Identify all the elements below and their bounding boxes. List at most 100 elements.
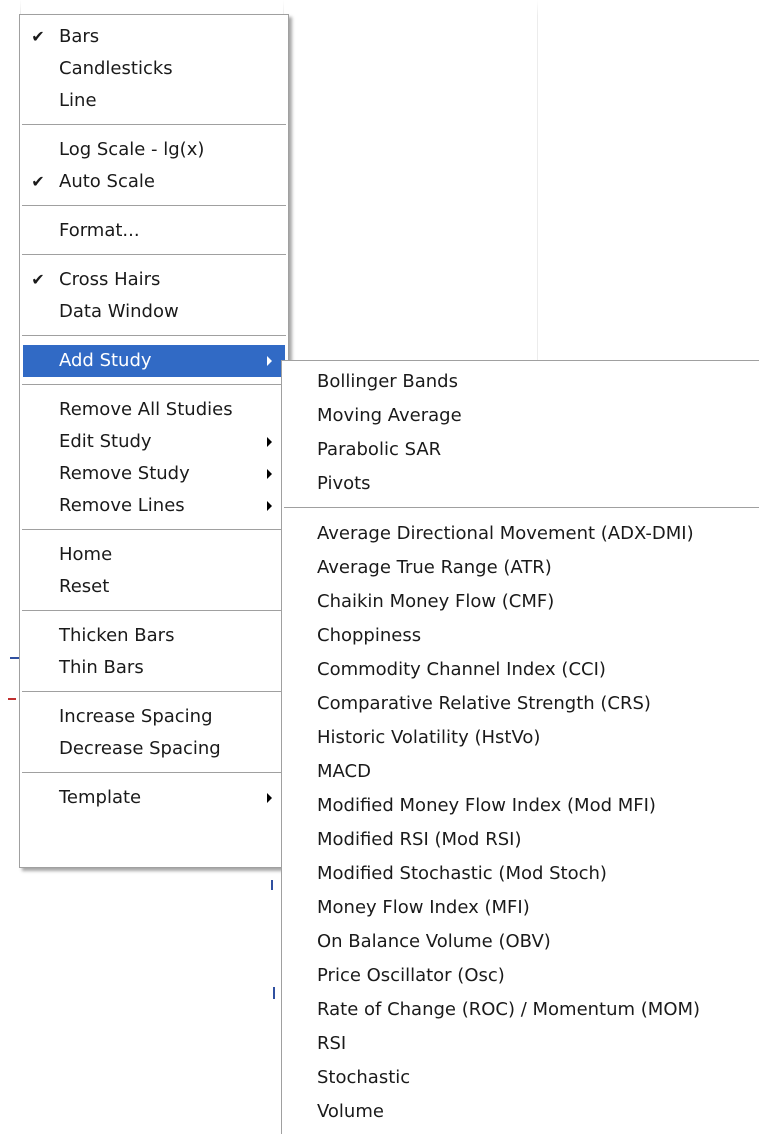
- menu-separator: [22, 529, 286, 531]
- menu-item-label: Reset: [59, 576, 110, 597]
- menu-item-remove-all-studies[interactable]: Remove All Studies: [20, 394, 288, 426]
- menu-item-remove-lines[interactable]: Remove Lines: [20, 490, 288, 522]
- menu-item-label: Cross Hairs: [59, 269, 161, 290]
- study-item-commodity-channel-index-cci[interactable]: Commodity Channel Index (CCI): [282, 653, 759, 687]
- menu-item-label: Auto Scale: [59, 171, 155, 192]
- submenu-arrow-icon: [267, 793, 272, 803]
- checkmark-icon: ✔: [31, 172, 45, 191]
- menu-item-label: Bars: [59, 26, 100, 47]
- menu-separator: [22, 205, 286, 207]
- chart-left-edge: [0, 0, 21, 790]
- chart-mark: [271, 880, 273, 890]
- study-item-label: Modified Stochastic (Mod Stoch): [317, 863, 607, 884]
- menu-item-cross-hairs[interactable]: ✔ Cross Hairs: [20, 264, 288, 296]
- menu-separator: [22, 772, 286, 774]
- study-item-macd[interactable]: MACD: [282, 755, 759, 789]
- menu-item-label: Thin Bars: [59, 657, 144, 678]
- menu-item-label: Log Scale - lg(x): [59, 139, 205, 160]
- chart-mark: [273, 987, 275, 999]
- study-item-chaikin-money-flow-cmf[interactable]: Chaikin Money Flow (CMF): [282, 585, 759, 619]
- study-item-label: Volume: [317, 1101, 384, 1122]
- study-item-parabolic-sar[interactable]: Parabolic SAR: [282, 433, 759, 467]
- menu-item-label: Candlesticks: [59, 58, 173, 79]
- study-item-label: Choppiness: [317, 625, 422, 646]
- submenu-arrow-icon: [267, 501, 272, 511]
- chart-context-menu: ✔ Bars Candlesticks Line Log Scale - lg(x) ✔ A…: [19, 14, 289, 868]
- study-item-money-flow-index-mfi[interactable]: Money Flow Index (MFI): [282, 891, 759, 925]
- study-item-label: Historic Volatility (HstVo): [317, 727, 541, 748]
- study-item-bollinger-bands[interactable]: Bollinger Bands: [282, 365, 759, 399]
- menu-item-edit-study[interactable]: Edit Study: [20, 426, 288, 458]
- menu-item-label: Increase Spacing: [59, 706, 213, 727]
- study-item-label: Rate of Change (ROC) / Momentum (MOM): [317, 999, 701, 1020]
- menu-item-candlesticks[interactable]: Candlesticks: [20, 53, 288, 85]
- menu-item-decrease-spacing[interactable]: Decrease Spacing: [20, 733, 288, 765]
- study-item-modified-money-flow-index-mod-mfi[interactable]: Modified Money Flow Index (Mod MFI): [282, 789, 759, 823]
- study-item-label: Money Flow Index (MFI): [317, 897, 530, 918]
- study-item-label: Parabolic SAR: [317, 439, 442, 460]
- menu-item-auto-scale[interactable]: ✔ Auto Scale: [20, 166, 288, 198]
- checkmark-icon: ✔: [31, 270, 45, 289]
- submenu-arrow-icon: [267, 437, 272, 447]
- study-item-choppiness[interactable]: Choppiness: [282, 619, 759, 653]
- study-item-label: Stochastic: [317, 1067, 411, 1088]
- study-item-average-directional-movement-adx-dmi[interactable]: Average Directional Movement (ADX-DMI): [282, 517, 759, 551]
- menu-item-label: Decrease Spacing: [59, 738, 221, 759]
- study-item-modified-stochastic-mod-stoch[interactable]: Modified Stochastic (Mod Stoch): [282, 857, 759, 891]
- menu-item-remove-study[interactable]: Remove Study: [20, 458, 288, 490]
- submenu-arrow-icon: [267, 356, 272, 366]
- menu-item-label: Template: [59, 787, 142, 808]
- menu-item-thicken-bars[interactable]: Thicken Bars: [20, 620, 288, 652]
- study-item-label: Commodity Channel Index (CCI): [317, 659, 606, 680]
- menu-separator: [22, 384, 286, 386]
- study-item-stochastic[interactable]: Stochastic: [282, 1061, 759, 1095]
- menu-separator: [22, 254, 286, 256]
- checkmark-icon: ✔: [31, 27, 45, 46]
- menu-item-format[interactable]: Format...: [20, 215, 288, 247]
- study-item-moving-average[interactable]: Moving Average: [282, 399, 759, 433]
- study-item-rsi[interactable]: RSI: [282, 1027, 759, 1061]
- menu-item-increase-spacing[interactable]: Increase Spacing: [20, 701, 288, 733]
- menu-item-label: Remove Lines: [59, 495, 185, 516]
- study-item-historic-volatility-hstvo[interactable]: Historic Volatility (HstVo): [282, 721, 759, 755]
- study-item-comparative-relative-strength-crs[interactable]: Comparative Relative Strength (CRS): [282, 687, 759, 721]
- chart-gridline: [537, 0, 538, 360]
- study-item-label: On Balance Volume (OBV): [317, 931, 551, 952]
- study-item-label: Average True Range (ATR): [317, 557, 552, 578]
- menu-item-home[interactable]: Home: [20, 539, 288, 571]
- study-item-rate-of-change-roc-momentum-mom[interactable]: Rate of Change (ROC) / Momentum (MOM): [282, 993, 759, 1027]
- study-item-on-balance-volume-obv[interactable]: On Balance Volume (OBV): [282, 925, 759, 959]
- menu-item-log-scale-lg-x[interactable]: Log Scale - lg(x): [20, 134, 288, 166]
- menu-item-bars[interactable]: ✔ Bars: [20, 21, 288, 53]
- study-item-label: Moving Average: [317, 405, 462, 426]
- menu-item-label: Line: [59, 90, 97, 111]
- study-item-label: Modified Money Flow Index (Mod MFI): [317, 795, 656, 816]
- menu-item-label: Format...: [59, 220, 140, 241]
- study-item-label: MACD: [317, 761, 371, 782]
- study-item-label: RSI: [317, 1033, 347, 1054]
- study-item-price-oscillator-osc[interactable]: Price Oscillator (Osc): [282, 959, 759, 993]
- study-item-modified-rsi-mod-rsi[interactable]: Modified RSI (Mod RSI): [282, 823, 759, 857]
- menu-item-template[interactable]: Template: [20, 782, 288, 814]
- menu-separator: [22, 610, 286, 612]
- menu-separator: [22, 691, 286, 693]
- study-item-volume[interactable]: Volume: [282, 1095, 759, 1129]
- study-item-pivots[interactable]: Pivots: [282, 467, 759, 501]
- menu-item-label: Remove Study: [59, 463, 190, 484]
- menu-item-line[interactable]: Line: [20, 85, 288, 117]
- menu-separator: [22, 124, 286, 126]
- study-item-label: Modified RSI (Mod RSI): [317, 829, 522, 850]
- menu-item-data-window[interactable]: Data Window: [20, 296, 288, 328]
- menu-item-add-study[interactable]: Add Study: [23, 345, 285, 377]
- menu-item-label: Remove All Studies: [59, 399, 233, 420]
- menu-item-label: Data Window: [59, 301, 179, 322]
- menu-item-label: Home: [59, 544, 113, 565]
- chart-mark: [8, 698, 16, 700]
- study-item-label: Comparative Relative Strength (CRS): [317, 693, 651, 714]
- menu-item-label: Add Study: [59, 350, 152, 371]
- study-item-average-true-range-atr[interactable]: Average True Range (ATR): [282, 551, 759, 585]
- menu-item-thin-bars[interactable]: Thin Bars: [20, 652, 288, 684]
- menu-item-reset[interactable]: Reset: [20, 571, 288, 603]
- study-item-label: Pivots: [317, 473, 371, 494]
- menu-item-label: Edit Study: [59, 431, 152, 452]
